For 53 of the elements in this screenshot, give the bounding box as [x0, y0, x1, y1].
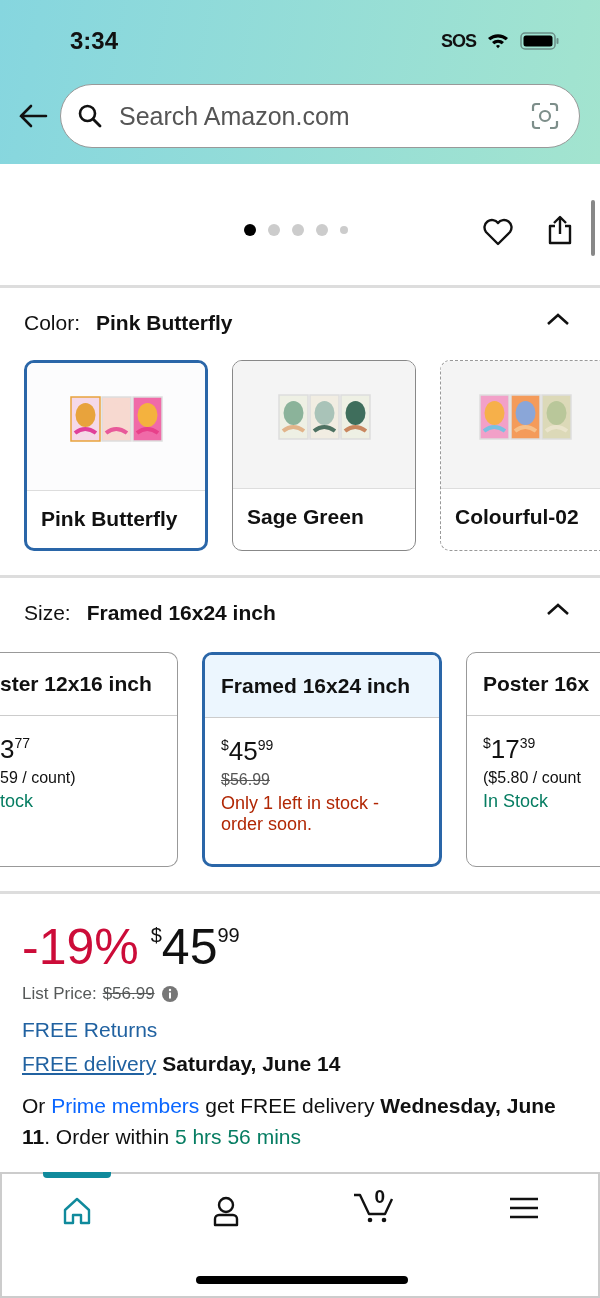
price: $^{$}$45$^{99}$: [150, 918, 240, 976]
search-icon: [77, 103, 103, 129]
original-price: $56.99: [221, 771, 271, 789]
size-option[interactable]: Poster 16x $^{$}$17$^{39}$ ($5.80 / count In Stock: [466, 652, 600, 867]
size-label: Size:: [24, 601, 71, 625]
option-price: $^{$}$45$^{99}$: [221, 736, 275, 767]
carousel-dot[interactable]: [292, 224, 304, 236]
list-price: $56.99: [102, 984, 155, 1004]
menu-icon[interactable]: [508, 1196, 539, 1220]
carousel-dot[interactable]: [268, 224, 280, 236]
stock-status: Only 1 left in stock - order soon.: [221, 793, 381, 835]
carousel-dot[interactable]: [316, 224, 328, 236]
selected-color: Pink Butterfly: [96, 311, 234, 335]
prime-members-link[interactable]: Prime members: [51, 1094, 200, 1117]
size-name: ster 12x16 inch: [0, 672, 152, 696]
back-arrow-icon[interactable]: [18, 104, 48, 128]
color-option[interactable]: Colourful-02: [440, 360, 600, 551]
list-price-label: List Price:: [22, 984, 97, 1004]
status-time: 3:34: [70, 27, 119, 55]
size-option[interactable]: Framed 16x24 inch $^{$}$45$^{99}$ $56.99 Only 1 left in stock - order soon.: [202, 652, 442, 867]
option-price: 3$^{77}$: [0, 734, 32, 765]
search-input[interactable]: Search Amazon.com: [117, 100, 517, 132]
search-bar[interactable]: Search Amazon.com: [60, 84, 580, 148]
discount-percent: -19%: [22, 918, 139, 976]
heart-icon[interactable]: [482, 217, 514, 247]
camera-icon[interactable]: [531, 102, 559, 130]
unit-price: ($5.80 / count: [483, 769, 582, 787]
stock-status: In Stock: [483, 791, 550, 812]
carousel-dot[interactable]: [340, 226, 348, 234]
color-option[interactable]: Sage Green: [232, 360, 416, 551]
carousel-dot[interactable]: [244, 224, 256, 236]
option-price: $^{$}$17$^{39}$: [483, 734, 537, 765]
color-option[interactable]: Pink Butterfly: [24, 360, 208, 551]
selected-size: Framed 16x24 inch: [86, 601, 277, 625]
collapse-chevron-icon[interactable]: [546, 312, 570, 326]
collapse-chevron-icon[interactable]: [546, 602, 570, 616]
delivery-date: Saturday, June 14: [162, 1052, 341, 1076]
info-icon[interactable]: [160, 985, 179, 1003]
size-option[interactable]: ster 12x16 inch 3$^{77}$ 59 / count) tock: [0, 652, 178, 867]
home-icon[interactable]: [61, 1196, 92, 1226]
free-delivery-link[interactable]: FREE delivery: [22, 1052, 157, 1076]
size-name: Framed 16x24 inch: [221, 674, 411, 698]
wifi-icon: [486, 32, 510, 50]
stock-status: tock: [0, 791, 34, 812]
free-returns-link[interactable]: FREE Returns: [22, 1018, 158, 1042]
color-label: Color:: [24, 311, 81, 335]
prime-delivery-text: Or Prime members get FREE delivery Wednesday, June 11. Order within 5 hrs 56 mins: [22, 1093, 557, 1150]
unit-price: 59 / count): [0, 769, 77, 787]
size-name: Poster 16x: [483, 672, 590, 696]
share-icon[interactable]: [547, 214, 573, 246]
scroll-indicator: [591, 200, 595, 256]
sos-indicator: SOS: [441, 30, 476, 52]
battery-icon: [520, 31, 560, 51]
